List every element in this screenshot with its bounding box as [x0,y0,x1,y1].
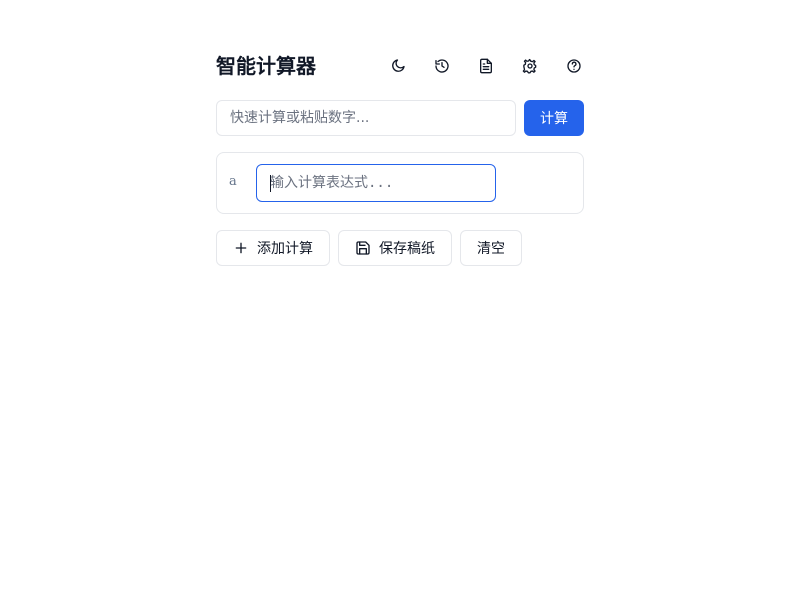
add-calculation-button[interactable]: 添加计算 [216,230,330,266]
calculation-line-card: a [216,152,584,214]
variable-label: a [229,174,237,189]
settings-button[interactable] [514,50,546,82]
help-button[interactable] [558,50,590,82]
add-calculation-label: 添加计算 [257,241,313,257]
calculate-button[interactable]: 计算 [524,100,584,136]
document-button[interactable] [470,50,502,82]
save-icon [356,241,370,255]
page-title: 智能计算器 [216,54,316,78]
app-header: 智能计算器 [216,52,584,80]
save-draft-label: 保存稿纸 [379,241,435,257]
quick-calc-row: 计算 [216,100,584,136]
expression-input[interactable] [256,164,496,202]
document-icon [480,58,492,74]
history-button[interactable] [426,50,458,82]
action-buttons: 添加计算 保存稿纸 清空 [216,230,584,266]
gear-icon [522,58,537,74]
toolbar [382,50,590,82]
help-icon [567,59,581,73]
history-icon [435,59,449,73]
text-cursor [270,175,271,192]
theme-toggle-button[interactable] [382,50,414,82]
clear-button[interactable]: 清空 [460,230,522,266]
calculator-app: 智能计算器 快速计算或粘贴数字... 计算 a 输入计算表达式... 添加计算 … [216,52,584,266]
plus-icon [235,242,247,254]
moon-icon [392,59,405,72]
quick-calc-input[interactable] [216,100,516,136]
save-draft-button[interactable]: 保存稿纸 [338,230,452,266]
